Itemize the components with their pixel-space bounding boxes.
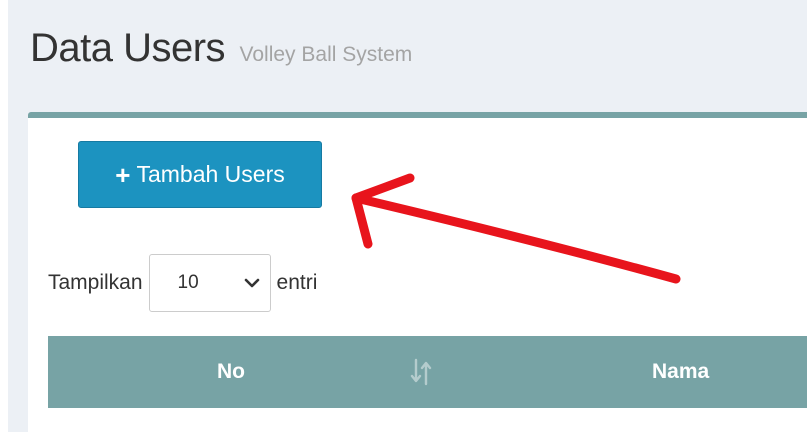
- column-header-no-label: No: [217, 360, 245, 383]
- add-user-button[interactable]: + Tambah Users: [78, 141, 322, 208]
- plus-icon: +: [115, 159, 131, 190]
- page-title: Data Users: [30, 26, 226, 70]
- entries-length-control: Tampilkan 10 entri: [48, 254, 317, 312]
- column-header-no[interactable]: No: [48, 336, 414, 408]
- content-header: Data Users Volley Ball System: [30, 26, 412, 71]
- column-header-nama-label: Nama: [652, 360, 710, 383]
- chevron-down-icon: [244, 278, 259, 288]
- content-wrapper: Data Users Volley Ball System + Tambah U…: [8, 0, 807, 432]
- page-subtitle: Volley Ball System: [239, 43, 413, 66]
- users-box: + Tambah Users Tampilkan 10 entri No Nam…: [28, 112, 807, 432]
- length-prefix-label: Tampilkan: [48, 271, 143, 294]
- entries-per-page-value: 10: [177, 272, 199, 293]
- table-header-row: No Nama: [48, 336, 807, 408]
- length-suffix-label: entri: [276, 271, 318, 294]
- page: Data Users Volley Ball System + Tambah U…: [0, 0, 807, 432]
- add-user-button-label: Tambah Users: [136, 161, 285, 187]
- column-header-nama[interactable]: Nama: [652, 336, 709, 408]
- entries-per-page-select[interactable]: 10: [148, 254, 271, 312]
- sort-icon[interactable]: [410, 358, 432, 386]
